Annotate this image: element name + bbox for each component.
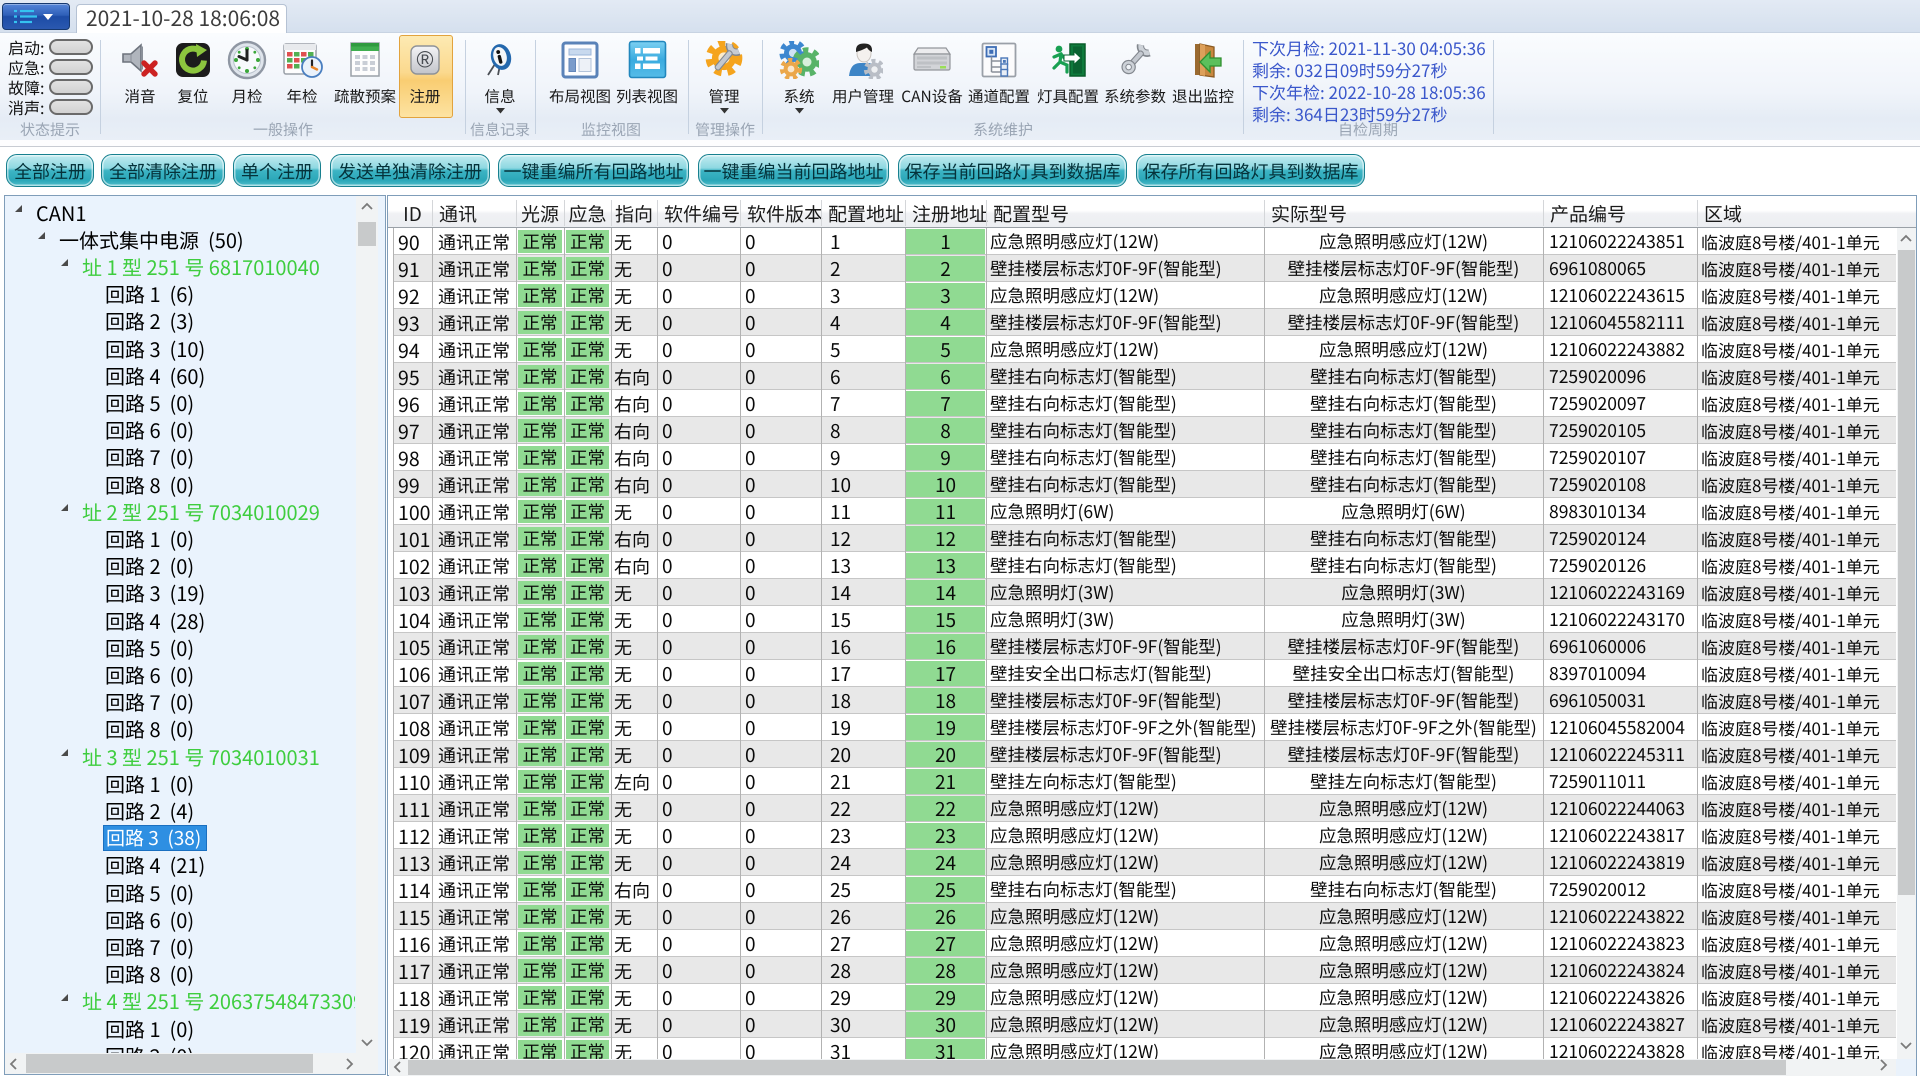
svg-text:®: ® bbox=[417, 47, 434, 73]
